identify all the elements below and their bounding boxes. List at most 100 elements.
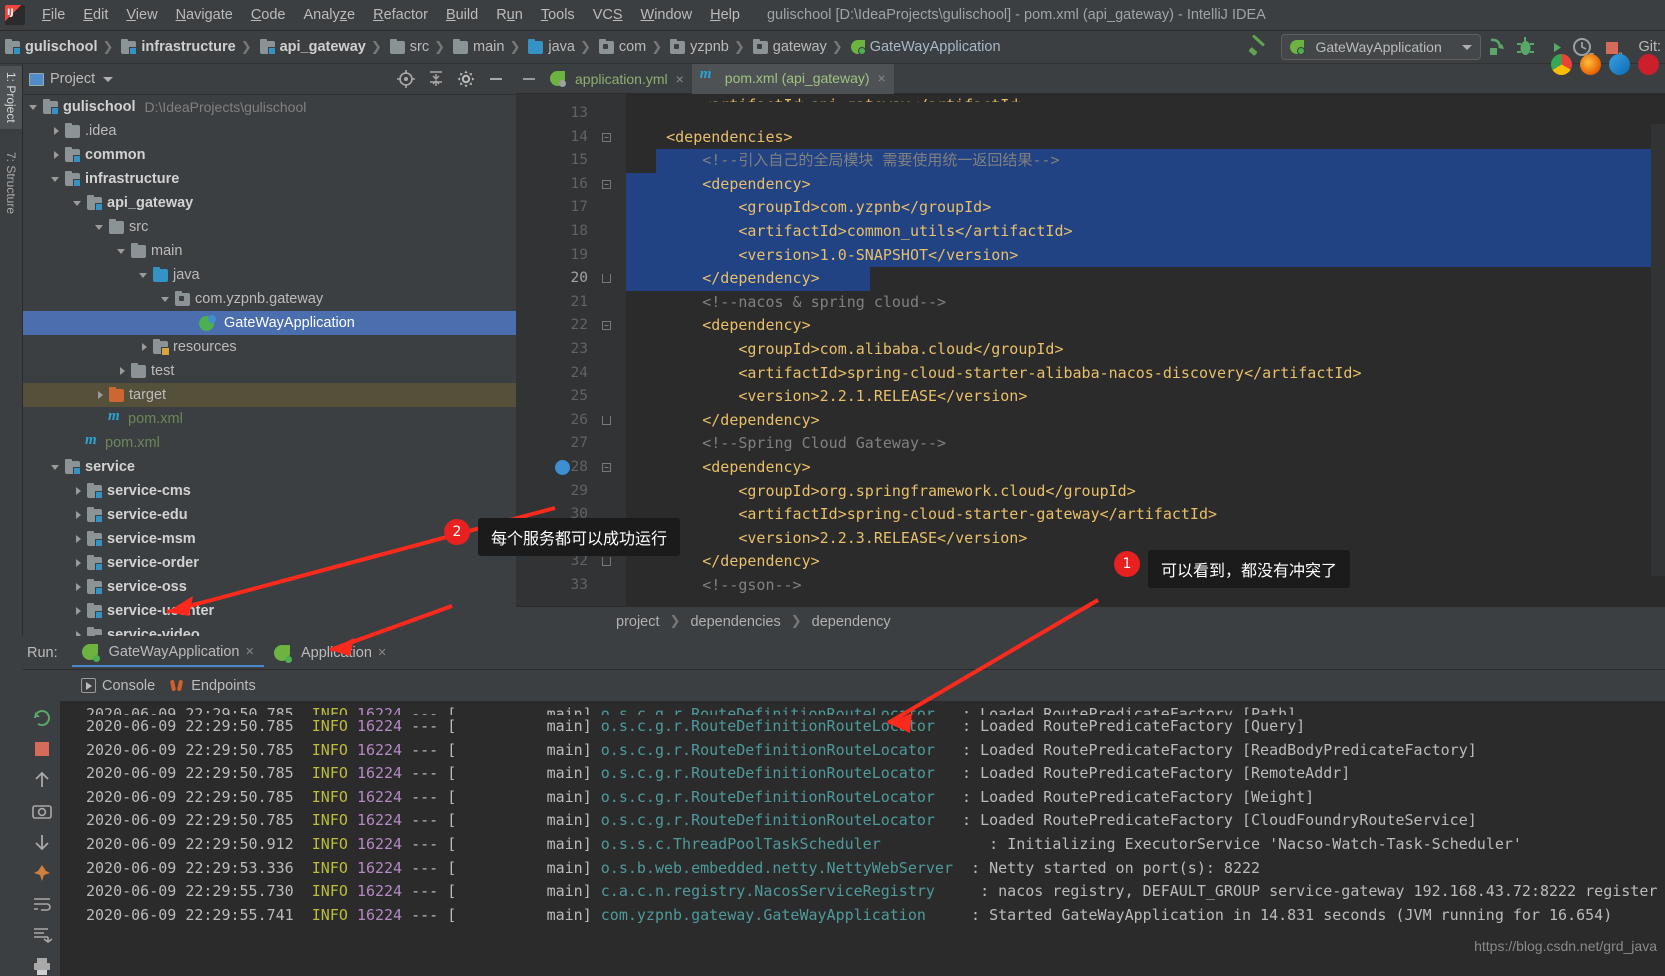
chrome-icon[interactable] xyxy=(1551,54,1572,75)
navbar-crumb-main[interactable]: main xyxy=(448,38,506,55)
navbar-crumb-gulischool[interactable]: gulischool xyxy=(0,38,100,55)
chevron-down-icon[interactable] xyxy=(139,270,150,281)
menu-item-window[interactable]: Window xyxy=(632,4,702,26)
subtab-console[interactable]: Console xyxy=(81,678,169,694)
chevron-down-icon[interactable] xyxy=(51,174,62,185)
menu-item-build[interactable]: Build xyxy=(437,4,487,26)
chevron-right-icon[interactable] xyxy=(73,534,84,545)
collapse-all-icon[interactable] xyxy=(426,69,446,89)
navbar-crumb-src[interactable]: src xyxy=(385,38,431,55)
menu-item-navigate[interactable]: Navigate xyxy=(167,4,242,26)
fold-icon[interactable]: − xyxy=(602,132,611,142)
settings-gear-icon[interactable] xyxy=(456,69,476,89)
tree-item-service-msm[interactable]: service-msm xyxy=(23,527,516,551)
close-icon[interactable]: × xyxy=(878,70,886,86)
tree-item-src[interactable]: src xyxy=(23,215,516,239)
chevron-right-icon[interactable] xyxy=(73,582,84,593)
scroll-down-icon[interactable] xyxy=(31,831,53,853)
close-icon[interactable]: × xyxy=(245,644,253,660)
tree-item-com-yzpnb-gateway[interactable]: com.yzpnb.gateway xyxy=(23,287,516,311)
scroll-to-end-icon[interactable] xyxy=(31,924,53,946)
chevron-right-icon[interactable] xyxy=(73,510,84,521)
navbar-crumb-java[interactable]: java xyxy=(523,38,577,55)
close-icon[interactable]: × xyxy=(378,645,386,661)
fold-icon[interactable]: − xyxy=(602,462,611,472)
project-tree[interactable]: gulischool D:\IdeaProjects\gulischool .i… xyxy=(23,95,516,636)
breadcrumb-dependency[interactable]: dependency xyxy=(812,614,891,630)
fold-end-icon[interactable] xyxy=(602,274,611,284)
breadcrumb-dependencies[interactable]: dependencies xyxy=(690,614,780,630)
breadcrumb-project[interactable]: project xyxy=(616,614,660,630)
tree-item-service-edu[interactable]: service-edu xyxy=(23,503,516,527)
chevron-down-icon[interactable] xyxy=(95,222,106,233)
run-tab-gatewayapplication[interactable]: GateWayApplication × xyxy=(71,638,264,667)
chevron-down-icon[interactable] xyxy=(73,198,84,209)
tree-item-service[interactable]: service xyxy=(23,455,516,479)
editor-tab-application-yml[interactable]: application.yml × xyxy=(542,64,692,94)
tree-item-gulischool[interactable]: gulischool D:\IdeaProjects\gulischool xyxy=(23,95,516,119)
chevron-right-icon[interactable] xyxy=(139,342,150,353)
run-icon[interactable] xyxy=(1483,34,1510,61)
build-hammer-icon[interactable] xyxy=(1245,34,1271,60)
screenshot-icon[interactable] xyxy=(31,800,53,822)
locate-icon[interactable] xyxy=(396,69,416,89)
tree-item-main[interactable]: main xyxy=(23,239,516,263)
stop-icon[interactable] xyxy=(31,738,53,760)
menu-item-refactor[interactable]: Refactor xyxy=(364,4,437,26)
scroll-up-icon[interactable] xyxy=(31,769,53,791)
tree-item-service-cms[interactable]: service-cms xyxy=(23,479,516,503)
menu-item-file[interactable]: File xyxy=(33,4,74,26)
menu-item-view[interactable]: View xyxy=(117,4,166,26)
code-text[interactable]: <artifactId>api_gateway</artifactId> <de… xyxy=(626,94,1665,606)
chevron-right-icon[interactable] xyxy=(73,606,84,617)
fold-end-icon[interactable] xyxy=(602,415,611,425)
editor-scrollbar[interactable] xyxy=(1651,124,1665,576)
console-output[interactable]: 2020-06-09 22:29:50.785 INFO 16224 --- [… xyxy=(60,701,1665,976)
navbar-crumb-yzpnb[interactable]: yzpnb xyxy=(665,38,731,55)
pin-icon[interactable] xyxy=(31,862,53,884)
chevron-right-icon[interactable] xyxy=(51,126,62,137)
tree-item-service-oss[interactable]: service-oss xyxy=(23,575,516,599)
tree-item-infrastructure[interactable]: infrastructure xyxy=(23,167,516,191)
tree-item-idea[interactable]: .idea xyxy=(23,119,516,143)
close-icon[interactable]: × xyxy=(676,71,684,87)
hide-editor-icon[interactable] xyxy=(516,64,542,94)
tree-item-test[interactable]: test xyxy=(23,359,516,383)
menu-item-run[interactable]: Run xyxy=(487,4,532,26)
menu-item-tools[interactable]: Tools xyxy=(532,4,584,26)
tree-item-resources[interactable]: resources xyxy=(23,335,516,359)
menu-item-code[interactable]: Code xyxy=(242,4,295,26)
navbar-crumb-gateway[interactable]: gateway xyxy=(748,38,829,55)
tree-item-service-ucenter[interactable]: service-ucenter xyxy=(23,599,516,623)
tree-item-pom-outer[interactable]: pom.xml xyxy=(23,431,516,455)
spring-bean-icon[interactable] xyxy=(555,457,570,481)
code-editor[interactable]: 13 14− 15 16− 17 18 19 20 21 22− 23 24 2… xyxy=(516,94,1665,606)
tree-item-pom-inner[interactable]: pom.xml xyxy=(23,407,516,431)
tree-item-gatewayapplication[interactable]: GateWayApplication xyxy=(23,311,516,335)
chevron-down-icon[interactable] xyxy=(103,76,114,82)
tree-item-api-gateway[interactable]: api_gateway xyxy=(23,191,516,215)
hide-panel-icon[interactable] xyxy=(486,69,506,89)
chevron-right-icon[interactable] xyxy=(73,558,84,569)
navbar-crumb-infrastructure[interactable]: infrastructure xyxy=(116,38,237,55)
tree-item-service-video[interactable]: service-video xyxy=(23,623,516,636)
fold-icon[interactable]: − xyxy=(602,179,611,189)
chevron-right-icon[interactable] xyxy=(51,150,62,161)
edge-icon[interactable] xyxy=(1609,54,1630,75)
fold-end-icon[interactable] xyxy=(602,557,611,567)
tree-item-java[interactable]: java xyxy=(23,263,516,287)
firefox-icon[interactable] xyxy=(1580,54,1601,75)
chevron-down-icon[interactable] xyxy=(161,294,172,305)
menu-item-help[interactable]: Help xyxy=(701,4,749,26)
print-icon[interactable] xyxy=(31,955,53,976)
tree-item-target[interactable]: target xyxy=(23,383,516,407)
tree-item-common[interactable]: common xyxy=(23,143,516,167)
debug-icon[interactable] xyxy=(1512,34,1539,61)
menu-item-vcs[interactable]: VCS xyxy=(584,4,632,26)
menu-item-edit[interactable]: Edit xyxy=(74,4,117,26)
chevron-right-icon[interactable] xyxy=(117,366,128,377)
chevron-right-icon[interactable] xyxy=(95,390,106,401)
chevron-down-icon[interactable] xyxy=(29,102,40,113)
soft-wrap-icon[interactable] xyxy=(31,893,53,915)
sidebar-tab-structure[interactable]: 7: Structure xyxy=(0,146,22,220)
